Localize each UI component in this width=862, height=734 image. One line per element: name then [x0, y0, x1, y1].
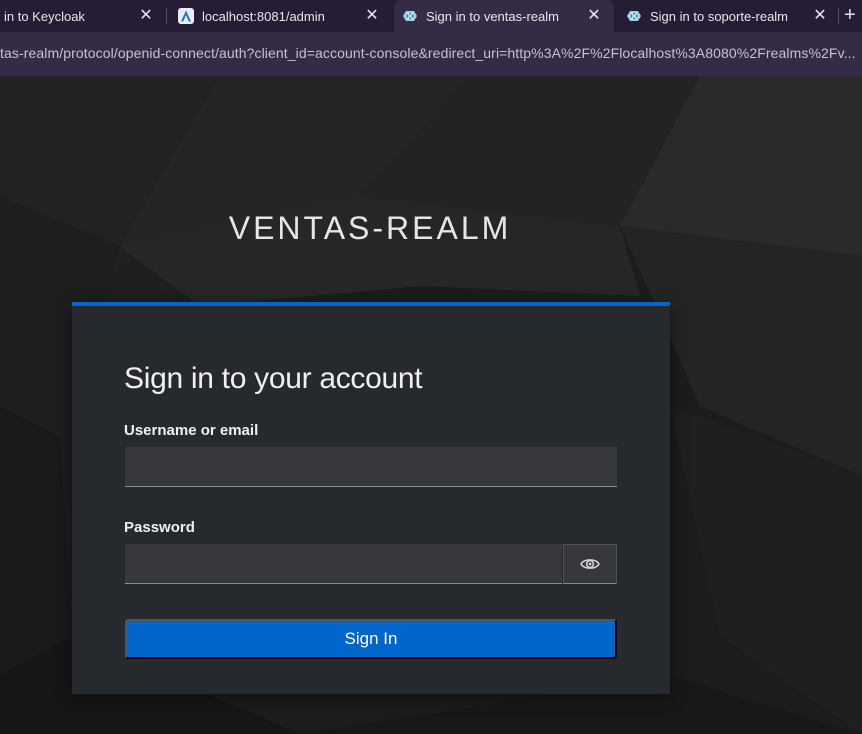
realm-title: VENTAS-REALM: [228, 210, 512, 246]
tab-separator: [838, 8, 839, 24]
close-tab-icon[interactable]: ✕: [138, 8, 154, 24]
page-title: Sign in to your account: [124, 362, 423, 395]
tab-keycloak[interactable]: in to Keycloak ✕: [0, 0, 166, 32]
tab-admin[interactable]: localhost:8081/admin ✕: [170, 0, 392, 32]
tab-separator: [166, 8, 167, 24]
address-bar: tas-realm/protocol/openid-connect/auth?c…: [0, 32, 862, 76]
eye-icon: [580, 559, 600, 569]
url-field[interactable]: tas-realm/protocol/openid-connect/auth?c…: [0, 45, 862, 61]
close-tab-icon[interactable]: ✕: [364, 8, 380, 24]
tab-ventas-realm[interactable]: Sign in to ventas-realm ✕: [394, 0, 614, 32]
show-password-button[interactable]: [563, 544, 617, 584]
username-label: Username or email: [124, 422, 259, 439]
close-tab-icon[interactable]: ✕: [812, 8, 828, 24]
login-page: VENTAS-REALM Sign in to your account Use…: [0, 76, 862, 734]
password-label: Password: [124, 519, 195, 536]
username-input[interactable]: [125, 447, 617, 487]
admin-favicon-icon: [178, 8, 194, 24]
password-input[interactable]: [125, 544, 562, 584]
sign-in-button[interactable]: Sign In: [125, 619, 617, 659]
browser-tab-bar: in to Keycloak ✕ localhost:8081/admin ✕ …: [0, 0, 862, 32]
keycloak-favicon-icon: [403, 11, 417, 21]
new-tab-button[interactable]: +: [844, 2, 862, 28]
tab-soporte-realm[interactable]: Sign in to soporte-realm ✕: [616, 0, 840, 32]
keycloak-favicon-icon: [627, 11, 641, 21]
login-card: Sign in to your account Username or emai…: [72, 302, 670, 694]
close-tab-icon[interactable]: ✕: [586, 8, 602, 24]
